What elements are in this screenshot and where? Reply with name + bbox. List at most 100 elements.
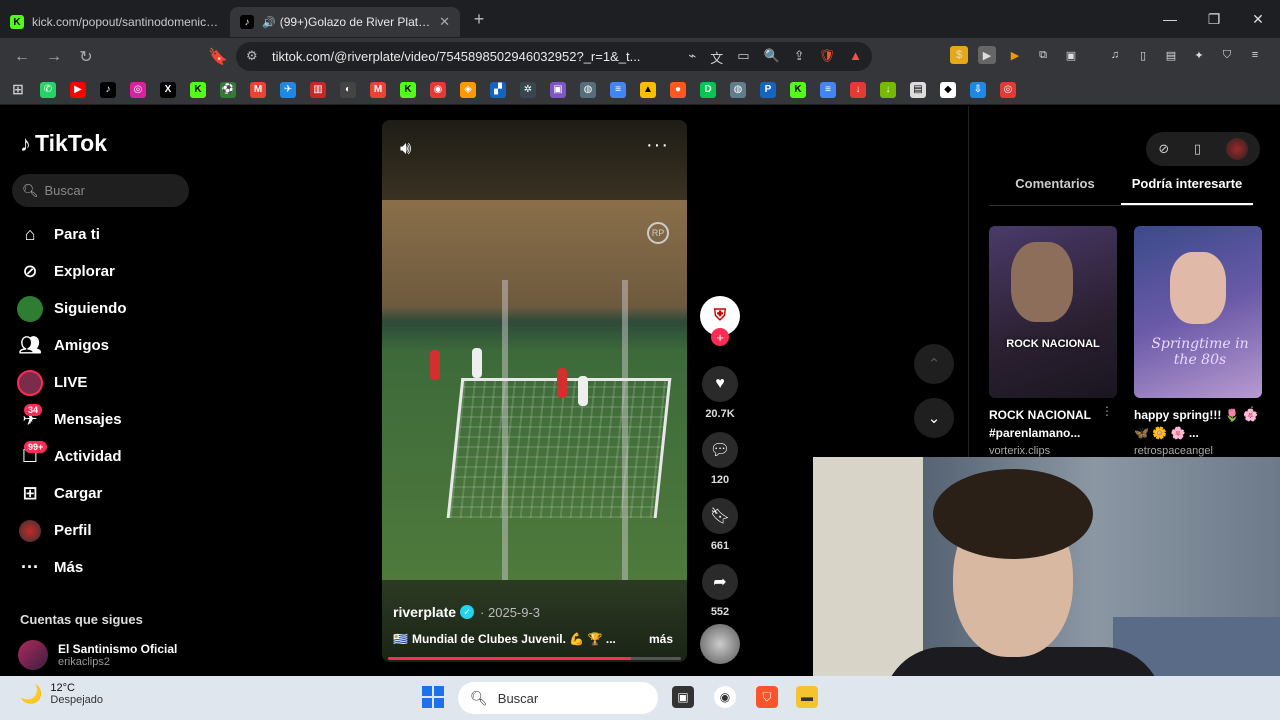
more-options-icon[interactable]: ··· <box>646 134 669 157</box>
description-more-link[interactable]: más <box>649 632 673 646</box>
play-extension-icon[interactable]: ▶ <box>978 46 996 64</box>
media-icon[interactable]: ▶ <box>1006 46 1024 64</box>
back-button[interactable]: ← <box>8 43 36 71</box>
compass-icon[interactable]: ⊘ <box>1158 141 1169 157</box>
bookmark-icon[interactable]: ▣ <box>550 81 566 98</box>
comment-button[interactable]: 💬︎ 120 <box>700 432 740 486</box>
card-more-icon[interactable]: ⋮ <box>1246 404 1258 418</box>
zoom-icon[interactable]: 🔍 <box>764 48 780 67</box>
kick-icon[interactable]: K <box>190 81 206 98</box>
follow-button[interactable]: + <box>711 328 729 346</box>
tiktok-icon[interactable]: ♪ <box>100 81 116 98</box>
tab-kick[interactable]: K kick.com/popout/santinodomenichin <box>0 7 230 37</box>
tab-tiktok[interactable]: ♪ 🔊 (99+)Golazo de River Plate en ✕ <box>230 7 460 37</box>
suggested-video-card[interactable]: Springtime in the 80s happy spring!!! 🌷 … <box>1134 226 1262 457</box>
site-info-icon[interactable]: ⚙ <box>246 48 258 64</box>
search-input[interactable]: 🔍︎ Buscar <box>12 174 189 207</box>
close-tab-icon[interactable]: ✕ <box>439 14 450 30</box>
share-button[interactable]: ➦ 552 <box>700 564 740 618</box>
video-player[interactable]: 🔊︎ ··· RP riverplate ✓ · 2025-9-3 🇺🇾 Mund… <box>382 120 687 662</box>
docs-icon[interactable]: ≡ <box>820 81 836 98</box>
maximize-button[interactable]: ❐ <box>1192 0 1236 38</box>
next-video-button[interactable]: ⌄ <box>914 398 954 438</box>
menu-icon[interactable]: ≡ <box>1246 46 1264 64</box>
close-window-button[interactable]: ✕ <box>1236 0 1280 38</box>
cast-icon[interactable]: ▭ <box>737 48 749 67</box>
wallet-icon[interactable]: ▤ <box>1162 46 1180 64</box>
weather-widget[interactable]: 🌙 12°C Despejado <box>20 682 103 706</box>
apps-grid-icon[interactable]: ⊞ <box>10 81 26 98</box>
file-icon[interactable]: ▤ <box>910 81 926 98</box>
bookmark-icon[interactable]: ◆ <box>940 81 956 98</box>
sidebar-item-para-ti[interactable]: ⌂ Para ti <box>16 216 127 253</box>
bookmark-icon[interactable]: ◎ <box>1000 81 1016 98</box>
video-author[interactable]: riverplate ✓ · 2025-9-3 <box>393 604 540 620</box>
share-icon[interactable]: ⇪ <box>794 48 805 67</box>
bookmark-icon[interactable]: ◉ <box>430 81 446 98</box>
brave-rewards-icon[interactable]: ▲ <box>849 48 862 67</box>
sidebar-item-siguiendo[interactable]: Siguiendo <box>16 290 127 327</box>
avatar[interactable] <box>1225 138 1248 160</box>
bookmark-icon[interactable]: ◈ <box>460 81 476 98</box>
drive-icon[interactable]: ▲ <box>640 81 656 98</box>
globe-icon[interactable]: ◍ <box>730 81 746 98</box>
brave-icon[interactable]: ⛉ <box>756 686 778 708</box>
x-icon[interactable]: X <box>160 81 176 98</box>
new-tab-button[interactable]: + <box>464 9 494 30</box>
stats-icon[interactable]: ▥ <box>310 81 326 98</box>
paypal-icon[interactable]: P <box>760 81 776 98</box>
tab-comentarios[interactable]: Comentarios <box>989 176 1121 205</box>
bookmark-icon[interactable]: ✈ <box>280 81 296 98</box>
app-icon[interactable]: ◉ <box>714 686 736 708</box>
vpn-icon[interactable]: ⛉ <box>1218 46 1236 64</box>
docs-icon[interactable]: ≡ <box>610 81 626 98</box>
sidebar-item-mensajes[interactable]: ✈ 34 Mensajes <box>16 401 127 438</box>
download-icon[interactable]: ⇩ <box>970 81 986 98</box>
sidebar-item-perfil[interactable]: Perfil <box>16 512 127 549</box>
bookmark-icon[interactable]: D <box>700 81 716 98</box>
bookmark-icon[interactable]: ▞ <box>490 81 506 98</box>
forward-button[interactable]: → <box>40 43 68 71</box>
download-icon[interactable]: ↓ <box>880 81 896 98</box>
circle-icon[interactable]: ◐ <box>340 81 356 98</box>
instagram-icon[interactable]: ◎ <box>130 81 146 98</box>
sidebar-item-explorar[interactable]: ⊘ Explorar <box>16 253 127 290</box>
suggested-video-card[interactable]: ROCK NACIONAL ROCK NACIONAL #parenlamano… <box>989 226 1117 457</box>
bookmark-icon[interactable]: ✲ <box>520 81 536 98</box>
tab-podria-interesarte[interactable]: Podría interesarte <box>1121 176 1253 205</box>
football-icon[interactable]: ⚽ <box>220 81 236 98</box>
music-icon[interactable]: ♫ <box>1106 46 1124 64</box>
save-button[interactable]: 🔖︎ 661 <box>700 498 740 552</box>
bookmark-icon[interactable]: ◍ <box>580 81 596 98</box>
video-progress-bar[interactable] <box>388 657 681 660</box>
sidebar-item-actividad[interactable]: ☐ 99+ Actividad <box>16 438 127 475</box>
like-button[interactable]: ♥ 20.7K <box>700 366 740 420</box>
brave-shield-icon[interactable]: 🛡 <box>819 48 836 67</box>
download-icon[interactable]: ↓ <box>850 81 866 98</box>
kick-icon[interactable]: K <box>400 81 416 98</box>
extension-icon[interactable]: $ <box>950 46 968 64</box>
bookmark-icon[interactable]: ● <box>670 81 686 98</box>
sidebar-icon[interactable]: ▯ <box>1134 46 1152 64</box>
youtube-icon[interactable]: ▶ <box>70 81 86 98</box>
whatsapp-icon[interactable]: ✆ <box>40 81 56 98</box>
task-view-icon[interactable]: ▣ <box>672 686 694 708</box>
following-account[interactable]: El Santinismo Oficial erikaclips2 <box>18 640 177 670</box>
gmail-icon[interactable]: M <box>250 81 266 98</box>
volume-icon[interactable]: 🔊︎ <box>400 138 411 159</box>
reader-icon[interactable]: ⌁ <box>688 48 696 67</box>
windows-start-icon[interactable] <box>422 686 444 708</box>
previous-video-button[interactable]: ⌃ <box>914 344 954 384</box>
taskbar-search[interactable]: 🔍︎ Buscar <box>458 682 658 714</box>
sidebar-item-mas[interactable]: ··· Más <box>16 549 127 586</box>
sidebar-item-amigos[interactable]: 👥︎ Amigos <box>16 327 127 364</box>
kick-icon[interactable]: K <box>790 81 806 98</box>
sidebar-item-cargar[interactable]: ⊞ Cargar <box>16 475 127 512</box>
puzzle-icon[interactable]: ⧉ <box>1034 46 1052 64</box>
tiktok-logo[interactable]: ♪ TikTok <box>20 130 107 157</box>
sidebar-item-live[interactable]: LIVE <box>16 364 127 401</box>
leo-icon[interactable]: ✦ <box>1190 46 1208 64</box>
screenshot-icon[interactable]: ▣ <box>1062 46 1080 64</box>
device-icon[interactable]: ▯ <box>1194 141 1201 157</box>
card-more-icon[interactable]: ⋮ <box>1101 404 1113 418</box>
